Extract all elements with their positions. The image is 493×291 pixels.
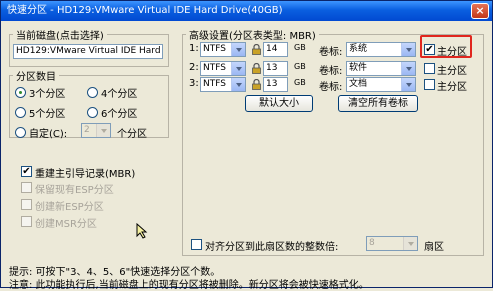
advanced-settings-label: 高级设置(分区表类型: MBR) [186, 27, 319, 42]
note-text: 注意: 此功能执行后,当前磁盘上的现有分区将被删除。新分区将会被快速格式化。 [9, 280, 369, 291]
close-button[interactable]: × [471, 3, 489, 19]
row-1-size-input[interactable]: 14 [263, 42, 288, 57]
align-sectors-value: 8 [369, 238, 375, 248]
radio-5-partitions[interactable] [15, 107, 26, 118]
chevron-down-icon [231, 78, 245, 91]
lock-icon[interactable] [252, 63, 261, 74]
radio-4-partitions-label: 4个分区 [101, 89, 138, 100]
chevron-down-icon [231, 62, 245, 75]
lock-icon[interactable] [252, 79, 261, 90]
chevron-down-icon [401, 43, 415, 56]
chevron-down-icon [96, 124, 110, 137]
row-1-index: 1: [189, 43, 199, 54]
mouse-cursor-icon [136, 223, 148, 239]
default-size-button[interactable]: 默认大小 [245, 95, 313, 112]
row-1-size-unit: GB [294, 43, 306, 52]
row-3-label-text: 卷标: [319, 82, 343, 93]
chevron-down-icon [401, 78, 415, 91]
align-label: 对齐分区到此扇区数的整数倍: [205, 242, 339, 253]
row-3-fs-value: NTFS [203, 79, 226, 89]
row-1-volume-label-value: 系统 [349, 44, 368, 54]
align-checkbox[interactable] [191, 239, 202, 250]
create-msr-checkbox[interactable] [21, 216, 32, 227]
current-disk-field[interactable]: HD129:VMware Virtual IDE Hard Drive [13, 44, 163, 59]
current-disk-label: 当前磁盘(点击选择) [13, 27, 107, 42]
custom-count-value: 2 [84, 125, 90, 135]
row-2-primary-checkbox[interactable] [424, 63, 435, 74]
radio-custom-label: 自定(C): [29, 129, 68, 140]
row-2-fs-select[interactable]: NTFS [200, 61, 246, 76]
primary-partition-highlight [420, 35, 472, 58]
create-esp-label: 创建新ESP分区 [35, 202, 104, 213]
row-3-index: 3: [189, 78, 199, 89]
row-3-primary-checkbox[interactable] [424, 79, 435, 90]
row-3-fs-select[interactable]: NTFS [200, 77, 246, 92]
custom-count-unit: 个分区 [117, 129, 147, 140]
row-2-volume-label-value: 软件 [349, 63, 368, 73]
row-2-volume-label-select[interactable]: 软件 [346, 61, 416, 76]
clear-labels-button[interactable]: 清空所有卷标 [338, 95, 418, 112]
title-bar: 快速分区 - HD129:VMware Virtual IDE Hard Dri… [1, 1, 492, 21]
radio-3-partitions-label: 3个分区 [29, 89, 66, 100]
align-sectors-select[interactable]: 8 [366, 236, 418, 251]
custom-count-select[interactable]: 2 [81, 123, 111, 138]
lock-icon[interactable] [252, 44, 261, 55]
keep-esp-label: 保留现有ESP分区 [35, 185, 114, 196]
radio-3-partitions[interactable] [15, 87, 26, 98]
rebuild-mbr-label: 重建主引导记录(MBR) [35, 169, 136, 180]
quick-partition-window: 快速分区 - HD129:VMware Virtual IDE Hard Dri… [0, 0, 493, 291]
row-1-volume-label-select[interactable]: 系统 [346, 42, 416, 57]
align-unit: 扇区 [424, 242, 444, 253]
row-2-primary-label: 主分区 [437, 66, 467, 77]
create-msr-label: 创建MSR分区 [35, 219, 97, 230]
row-2-size-input[interactable]: 13 [263, 61, 288, 76]
row-2-label-text: 卷标: [319, 66, 343, 77]
keep-esp-checkbox[interactable] [21, 182, 32, 193]
rebuild-mbr-checkbox[interactable]: ✔ [21, 166, 32, 177]
row-3-size-input[interactable]: 13 [263, 77, 288, 92]
row-3-volume-label-select[interactable]: 文档 [346, 77, 416, 92]
radio-6-partitions[interactable] [87, 107, 98, 118]
row-1-label-text: 卷标: [319, 47, 343, 58]
row-1-fs-value: NTFS [203, 44, 226, 54]
row-3-primary-label: 主分区 [437, 82, 467, 93]
row-3-volume-label-value: 文档 [349, 79, 368, 89]
row-1-fs-select[interactable]: NTFS [200, 42, 246, 57]
close-icon: × [475, 4, 485, 17]
create-esp-checkbox[interactable] [21, 199, 32, 210]
row-3-size-unit: GB [294, 78, 306, 87]
radio-6-partitions-label: 6个分区 [101, 109, 138, 120]
radio-custom[interactable] [15, 127, 26, 138]
radio-5-partitions-label: 5个分区 [29, 109, 66, 120]
chevron-down-icon [403, 237, 417, 250]
row-2-index: 2: [189, 62, 199, 73]
row-2-size-unit: GB [294, 62, 306, 71]
radio-4-partitions[interactable] [87, 87, 98, 98]
chevron-down-icon [401, 62, 415, 75]
window-title: 快速分区 - HD129:VMware Virtual IDE Hard Dri… [7, 5, 283, 16]
chevron-down-icon [231, 43, 245, 56]
row-2-fs-value: NTFS [203, 63, 226, 73]
partition-count-label: 分区数目 [13, 68, 59, 83]
